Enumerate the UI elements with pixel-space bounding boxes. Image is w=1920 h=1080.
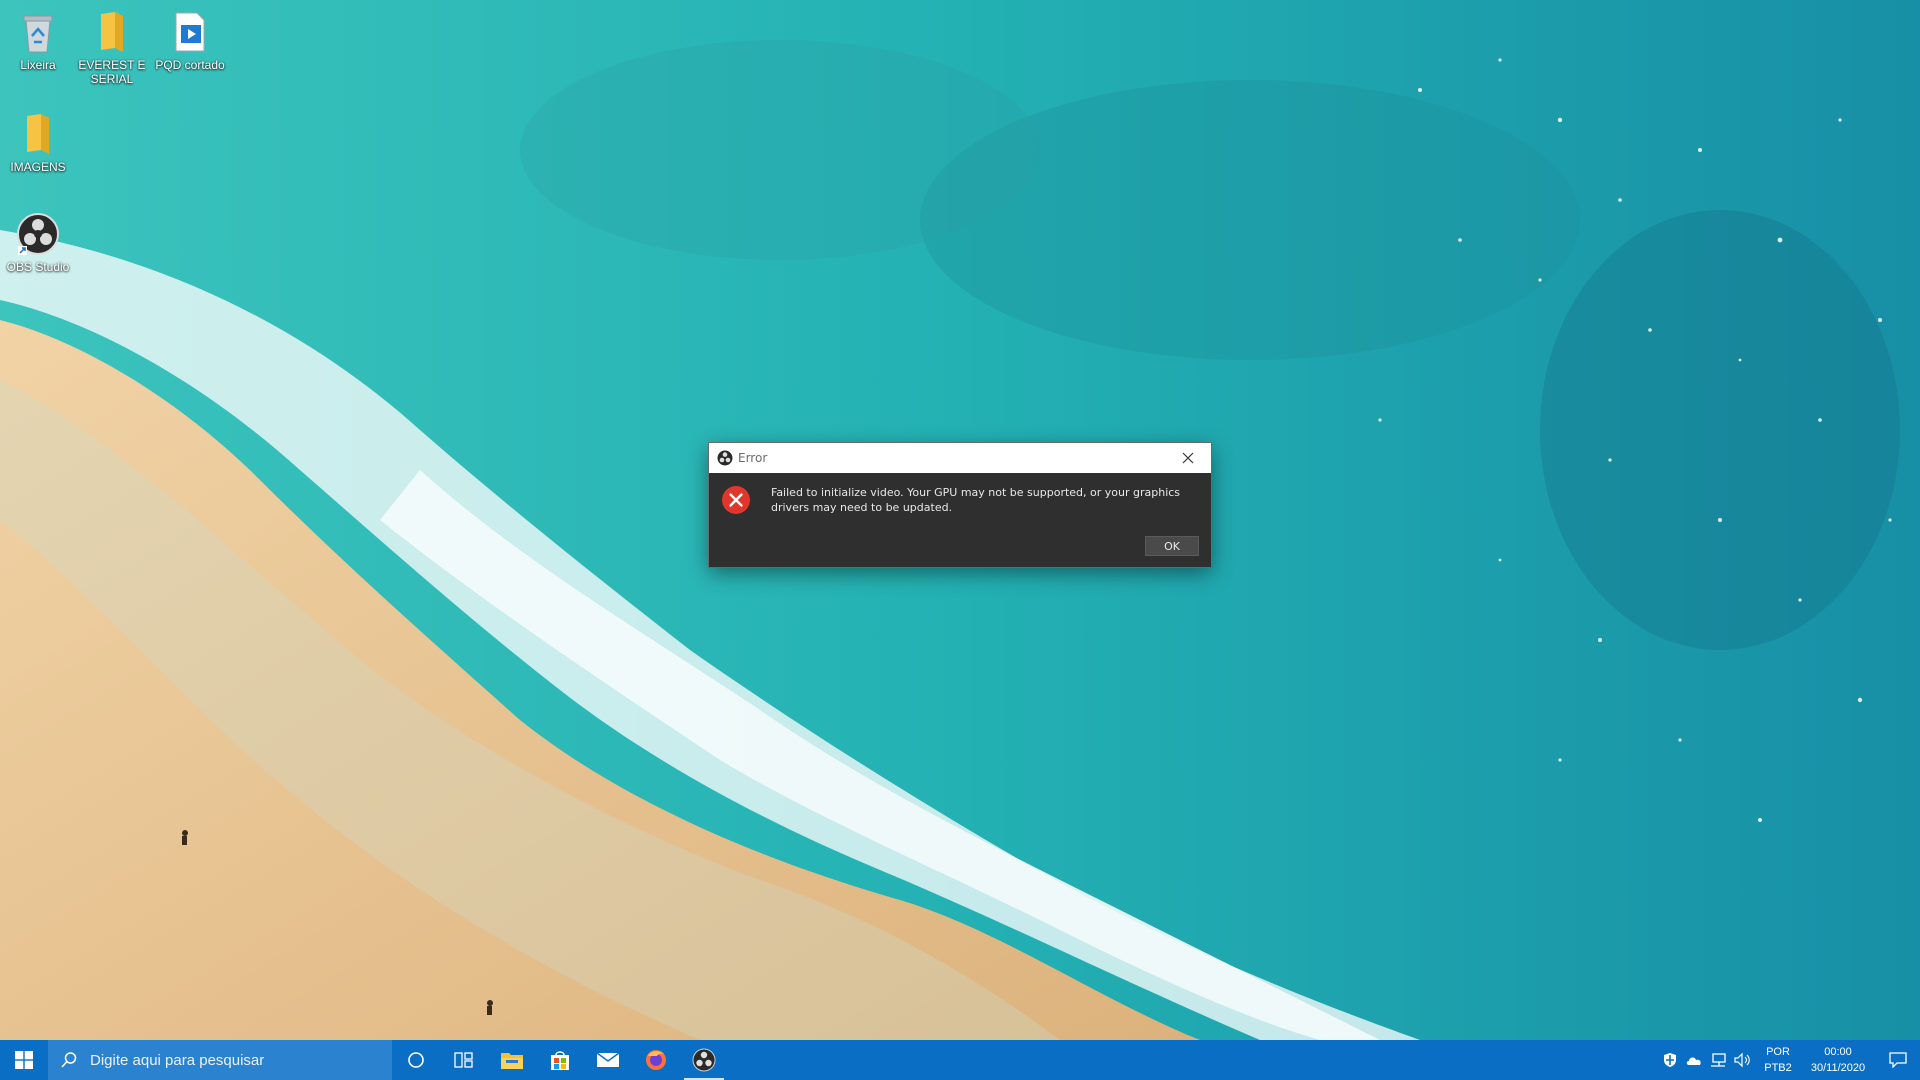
store-icon [551,1051,569,1070]
network-tray-button[interactable] [1706,1040,1730,1080]
error-dialog: Error Failed to initialize video. Your G… [709,443,1211,567]
dialog-titlebar[interactable]: Error [709,443,1211,473]
close-icon [1182,452,1194,464]
search-placeholder: Digite aqui para pesquisar [90,1051,265,1069]
cortana-icon [408,1052,424,1068]
file-explorer-icon [501,1053,523,1069]
keyboard-layout: PTB2 [1764,1062,1792,1074]
shield-icon [1664,1053,1676,1067]
language-indicator[interactable]: POR PTB2 [1760,1044,1796,1076]
ok-button[interactable]: OK [1145,536,1199,556]
volume-tray-button[interactable] [1730,1040,1754,1080]
taskbar: Digite aqui para pesquisar POR PTB2 00:0… [0,1040,1920,1080]
obs-icon [14,210,62,258]
file-explorer-button[interactable] [488,1040,536,1080]
desktop-icon-label: Lixeira [20,58,56,72]
defender-tray-button[interactable] [1658,1040,1682,1080]
obs-taskbar-button[interactable] [680,1040,728,1080]
desktop-icon-pqd-cortado[interactable]: PQD cortado [152,8,228,72]
error-icon [721,485,751,515]
cortana-button[interactable] [392,1040,440,1080]
speaker-icon [1734,1052,1750,1068]
desktop-icon-imagens-folder[interactable]: IMAGENS [0,110,76,174]
network-icon [1711,1053,1726,1067]
obs-icon [692,1048,716,1072]
store-button[interactable] [536,1040,584,1080]
folder-icon [14,110,62,158]
onedrive-tray-button[interactable] [1682,1040,1706,1080]
cloud-icon [1686,1057,1701,1065]
search-box[interactable]: Digite aqui para pesquisar [48,1040,392,1080]
clock-time: 00:00 [1824,1046,1852,1058]
clock-date: 30/11/2020 [1810,1062,1866,1074]
close-button[interactable] [1165,443,1211,473]
clock[interactable]: 00:00 30/11/2020 [1800,1044,1876,1076]
task-view-icon [454,1052,473,1068]
mail-button[interactable] [584,1040,632,1080]
recycle-bin-icon [14,8,62,56]
mail-icon [596,1052,620,1067]
windows-logo-icon [15,1051,33,1069]
folder-icon [88,8,136,56]
task-view-button[interactable] [440,1040,488,1080]
desktop-icon-label: OBS Studio [6,260,70,274]
firefox-button[interactable] [632,1040,680,1080]
dialog-body: Failed to initialize video. Your GPU may… [709,473,1211,567]
desktop-icon-obs-studio[interactable]: OBS Studio [0,210,76,274]
search-icon [60,1051,78,1069]
dialog-title: Error [738,451,768,465]
desktop: Lixeira EVEREST E SERIAL PQD cortado IMA… [0,0,1920,1040]
action-center-button[interactable] [1876,1040,1920,1080]
notification-icon [1889,1052,1907,1068]
desktop-icon-label: EVEREST E SERIAL [78,58,146,86]
desktop-icon-recycle-bin[interactable]: Lixeira [0,8,76,72]
desktop-icon-label: IMAGENS [10,160,66,174]
error-message: Failed to initialize video. Your GPU may… [771,486,1181,514]
desktop-icon-everest-folder[interactable]: EVEREST E SERIAL [74,8,150,86]
obs-icon [717,450,733,466]
desktop-icon-label: PQD cortado [155,58,225,72]
start-button[interactable] [0,1040,48,1080]
system-tray: POR PTB2 00:00 30/11/2020 [1658,1040,1920,1080]
video-file-icon [166,8,214,56]
language-code: POR [1766,1046,1790,1058]
firefox-icon [646,1050,666,1070]
